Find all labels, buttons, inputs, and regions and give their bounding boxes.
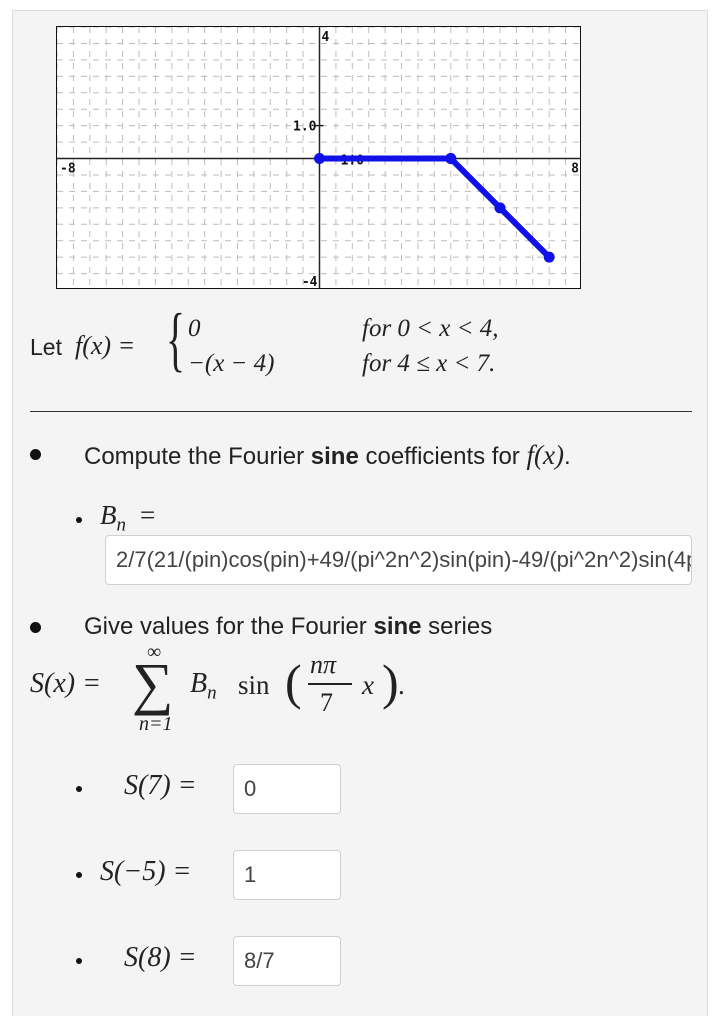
task2-text-after: series xyxy=(428,613,493,640)
function-graph: -8 8 4 -4 1.0 1.0 xyxy=(56,26,581,289)
s-minus5-label: S(−5) = xyxy=(100,856,192,887)
bullet-dot xyxy=(30,449,41,460)
fraction-bar xyxy=(308,683,352,685)
s8-label: S(8) = xyxy=(124,942,197,973)
x-max-label: 8 xyxy=(571,162,579,177)
series-lhs: S(x) = xyxy=(30,668,101,699)
task1-text: Compute the Fourier xyxy=(84,443,305,470)
bn-letter: B xyxy=(100,500,117,530)
case2-expression: −(x − 4) xyxy=(188,350,275,377)
task1-bold: sine xyxy=(310,443,359,470)
section-divider xyxy=(30,411,692,412)
s7-label: S(7) = xyxy=(124,770,197,801)
task2-instruction: Give values for the Fourier sine series xyxy=(84,613,492,641)
bn-equals: = xyxy=(140,500,156,530)
definition-lhs: f(x) = xyxy=(75,331,136,360)
definition-lead: Let xyxy=(30,334,62,360)
sum-lower-limit: n=1 xyxy=(139,713,173,735)
y-min-label: -4 xyxy=(302,275,318,289)
subbullet-dot xyxy=(76,517,82,523)
open-paren: ( xyxy=(285,654,302,710)
graph-canvas: -8 84-41.01.0 xyxy=(57,27,580,289)
task2-text: Give values for the Fourier xyxy=(84,613,367,640)
term-b-subscript: n xyxy=(207,682,217,704)
subbullet-dot xyxy=(76,786,82,792)
brace-glyph: { xyxy=(166,299,186,379)
s-minus5-answer-input[interactable]: 1 xyxy=(233,850,341,900)
fraction-denominator: 7 xyxy=(320,688,333,717)
subbullet-dot xyxy=(76,872,82,878)
case2-condition: for 4 ≤ x < 7. xyxy=(362,350,496,377)
y-max-label: 4 xyxy=(322,30,330,45)
series-term-b: Bn xyxy=(190,668,217,705)
x-min-label: -8 xyxy=(60,162,76,177)
s8-answer-input[interactable]: 8/7 xyxy=(233,936,341,986)
task1-instruction: Compute the Fourier sine coefficients fo… xyxy=(84,440,571,471)
bn-answer-input[interactable]: 2/7(21/(pin)cos(pin)+49/(pi^2n^2)sin(pin… xyxy=(105,535,692,585)
task1-period: . xyxy=(563,443,571,470)
function-point xyxy=(445,153,457,164)
term-b-letter: B xyxy=(190,668,208,699)
subbullet-dot xyxy=(76,958,82,964)
task1-math: f(x) xyxy=(526,440,564,470)
task1-text-after: coefficients for xyxy=(365,443,520,470)
series-period: . xyxy=(398,670,405,700)
sum-symbol: ∑ xyxy=(132,651,174,716)
series-x: x xyxy=(362,670,374,700)
y-one-label: 1.0 xyxy=(293,120,317,135)
s7-answer-input[interactable]: 0 xyxy=(233,764,341,814)
function-point xyxy=(494,202,506,214)
case1-condition: for 0 < x < 4, xyxy=(362,315,499,342)
function-point xyxy=(314,153,325,164)
bn-label: Bn = xyxy=(100,500,155,536)
bullet-dot xyxy=(30,622,41,633)
function-point xyxy=(543,251,555,263)
case1-expression: 0 xyxy=(188,315,201,342)
task2-bold: sine xyxy=(373,613,422,640)
fraction-numerator: nπ xyxy=(310,650,337,679)
bn-subscript: n xyxy=(116,514,127,536)
close-paren: ) xyxy=(382,654,399,710)
sin-function: sin xyxy=(238,670,270,700)
